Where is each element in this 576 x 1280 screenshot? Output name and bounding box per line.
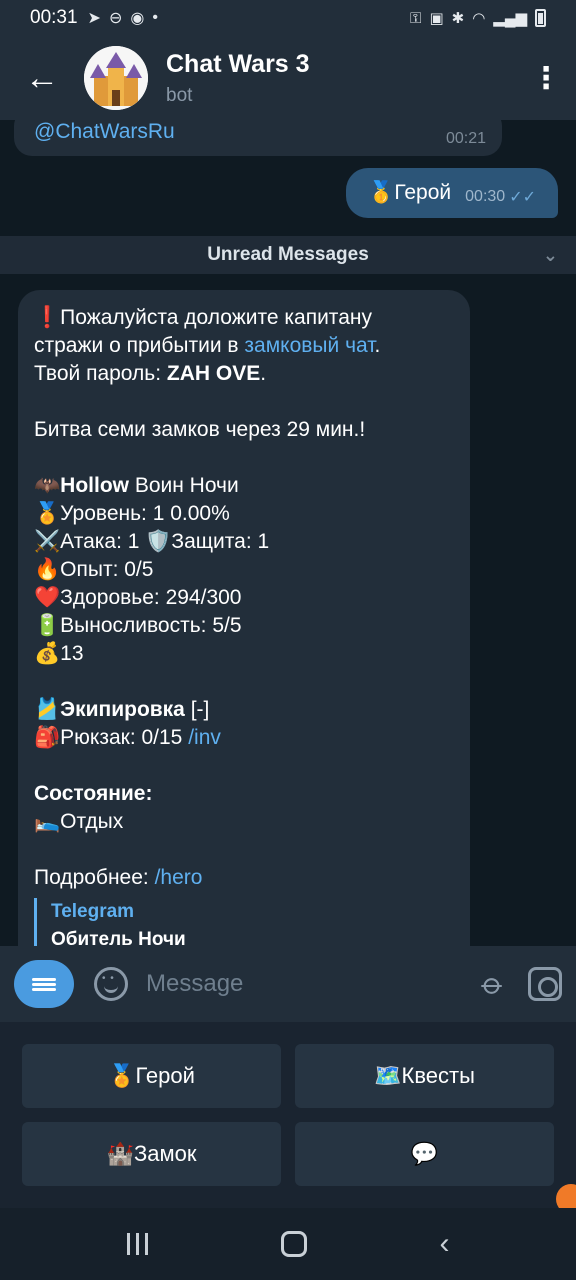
bot-menu-button[interactable] — [14, 960, 74, 1008]
unread-label: Unread Messages — [207, 244, 369, 265]
shirt-icon: 🎽 — [34, 698, 61, 721]
channel-link[interactable]: @ChatWarsRu — [34, 120, 175, 143]
telegram-icon: ➤ — [87, 10, 101, 27]
menu-icon — [32, 976, 56, 993]
equipment-label: Экипировка — [60, 698, 185, 721]
castle-chat-link[interactable]: замковый чат — [244, 334, 374, 357]
lock-icon: ▣ — [429, 10, 444, 27]
health-text: ❤️Здоровье: 294/300 — [34, 586, 242, 609]
signal-icon: ▂▄▆ — [493, 10, 527, 27]
avatar[interactable] — [84, 46, 148, 110]
equipment-value: [-] — [184, 698, 210, 721]
gold-text: 💰13 — [34, 642, 84, 665]
link-preview[interactable]: Telegram Обитель Ночи — [34, 898, 454, 946]
status-left-icons: ➤ ⊖ ◉ • — [88, 8, 158, 28]
state-value: 🛌Отдых — [34, 810, 124, 833]
unread-divider: Unread Messages ⌄ — [0, 236, 576, 274]
message-text: . — [374, 334, 381, 357]
hero-name: Hollow — [60, 474, 129, 497]
state-label: Состояние: — [34, 782, 153, 805]
message-text: Пожалуйста доложите капитану — [60, 306, 372, 329]
inv-command-link[interactable]: /inv — [188, 726, 221, 749]
outgoing-text: 🥇Герой — [368, 181, 452, 204]
message-text: Твой пароль: — [34, 362, 167, 385]
message-text: стражи о прибытии в — [34, 334, 245, 357]
castle-icon — [84, 46, 148, 110]
quests-button[interactable]: 🗺️Квесты — [295, 1044, 554, 1108]
preview-title: Telegram — [51, 901, 135, 922]
chat-header: ← Chat Wars 3 bot ⋮ — [0, 36, 576, 120]
hero-button[interactable]: 🏅Герой — [22, 1044, 281, 1108]
bot-message: ❗Пожалуйста доложите капитану стражи о п… — [18, 290, 470, 946]
message-input[interactable]: Message — [146, 970, 484, 998]
stamina-text: 🔋Выносливость: 5/5 — [34, 614, 242, 637]
emoji-icon[interactable] — [94, 967, 128, 1001]
attack-defense-text: ⚔️Атака: 1 🛡️Защита: 1 — [34, 530, 270, 553]
recent-apps-button[interactable] — [126, 1233, 148, 1255]
chat-button[interactable]: 💬 — [295, 1122, 554, 1186]
exclamation-icon: ❗ — [34, 306, 61, 329]
app-icon: ◉ — [130, 10, 145, 27]
preview-subtitle: Обитель Ночи — [51, 929, 186, 946]
dnd-icon: ⊖ — [108, 10, 123, 27]
level-text: 🏅Уровень: 1 0.00% — [34, 502, 230, 525]
castle-button[interactable]: 🏰Замок — [22, 1122, 281, 1186]
message-composer: Message ⌀ — [0, 946, 576, 1022]
backpack-text: 🎒Рюкзак: 0/15 — [34, 726, 189, 749]
message-time: 00:21 — [445, 130, 486, 147]
system-nav-bar: ‹ — [0, 1208, 576, 1280]
bot-keyboard-icon[interactable] — [528, 967, 562, 1001]
home-button[interactable] — [280, 1231, 307, 1257]
status-time: 00:31 — [30, 7, 78, 28]
bat-icon: 🦇 — [34, 474, 61, 497]
battery-icon — [535, 9, 546, 27]
battle-timer-text: Битва семи замков через 29 мин.! — [34, 418, 366, 441]
chat-subtitle: bot — [166, 84, 193, 106]
bluetooth-icon: ✱ — [451, 10, 465, 27]
back-button[interactable]: ← — [0, 59, 84, 98]
wifi-icon: ◠ — [472, 10, 486, 27]
chat-title: Chat Wars 3 — [166, 49, 310, 78]
key-icon: ⚿ — [410, 9, 422, 27]
incoming-message: @ChatWarsRu 00:21 — [14, 120, 502, 156]
bot-keyboard: 🏅Герой 🗺️Квесты 🏰Замок 💬 — [0, 1022, 576, 1208]
more-menu-button[interactable]: ⋮ — [516, 61, 576, 96]
password-text: ZAH OVE — [166, 362, 261, 385]
read-ticks-icon: ✓✓ — [509, 189, 536, 206]
details-text: Подробнее: — [34, 866, 155, 889]
chat-area[interactable]: @ChatWarsRu 00:21 🥇Герой 00:30 ✓✓ Unread… — [0, 120, 576, 946]
notification-dot-icon: • — [152, 9, 158, 26]
hero-class: Воин Ночи — [128, 474, 239, 497]
status-bar: 00:31 ➤ ⊖ ◉ • ⚿ ▣ ✱ ◠ ▂▄▆ — [0, 0, 576, 36]
message-text: . — [260, 362, 267, 385]
nav-back-button[interactable]: ‹ — [440, 1227, 450, 1261]
hero-command-link[interactable]: /hero — [155, 866, 203, 889]
chevron-down-icon[interactable]: ⌄ — [543, 245, 558, 266]
status-right-icons: ⚿ ▣ ✱ ◠ ▂▄▆ — [410, 9, 546, 27]
exp-text: 🔥Опыт: 0/5 — [34, 558, 154, 581]
message-time: 00:30 — [465, 188, 506, 205]
outgoing-message: 🥇Герой 00:30 ✓✓ — [346, 168, 558, 218]
